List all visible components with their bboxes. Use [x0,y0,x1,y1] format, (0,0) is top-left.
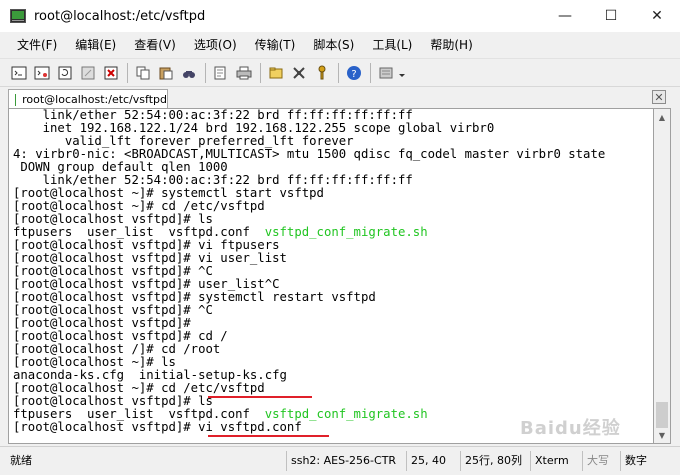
status-terminal-type: Xterm [530,451,580,471]
terminal-text: [root@localhost vsftpd]# vi user_list [13,251,287,265]
tab-close-icon: ✕ [654,90,664,104]
lock-icon[interactable] [375,62,397,84]
close-icon: ✕ [651,8,663,24]
terminal-text: link/ether 52:54:00:ac:3f:22 brd ff:ff:f… [13,173,413,187]
dropdown-arrow-icon[interactable] [398,62,406,84]
scroll-down-icon[interactable]: ▼ [654,427,670,443]
tab-bar: root@localhost:/etc/vsftpd [0,86,680,109]
terminal-view[interactable]: link/ether 52:54:00:ac:3f:22 brd ff:ff:f… [8,108,654,444]
securecrt-app-icon [10,8,26,24]
annotation-underline [208,435,329,437]
terminal-text: [root@localhost ~]# ls [13,355,176,369]
terminal-text: [root@localhost ~]# cd /etc/vsftpd [13,199,265,213]
terminal-text: [root@localhost vsftpd]# ls [13,394,213,408]
status-bar: 就绪 ssh2: AES-256-CTR 25, 40 25行, 80列 Xte… [0,446,680,475]
terminal-text: [root@localhost vsftpd]# systemctl resta… [13,290,376,304]
terminal-text: valid_lft forever preferred_lft forever [13,134,354,148]
scrollbar-thumb[interactable] [656,402,668,428]
status-caps-lock: 大写 [582,451,618,471]
terminal-text: [root@localhost vsftpd]# ls [13,212,213,226]
status-num-lock: 数字 [620,451,660,471]
terminal-text-executable: vsftpd_conf_migrate.sh [264,407,428,421]
menu-bar: 文件(F) 编辑(E) 查看(V) 选项(O) 传输(T) 脚本(S) 工具(L… [0,32,680,58]
menu-view[interactable]: 查看(V) [125,35,185,55]
terminal-text: [root@localhost /]# cd /root [13,342,221,356]
terminal-text: [root@localhost vsftpd]# [13,316,191,330]
tab-close-button[interactable]: ✕ [652,90,666,104]
terminal-text: DOWN group default qlen 1000 [13,160,228,174]
minimize-button[interactable]: — [542,0,588,32]
close-button[interactable]: ✕ [634,0,680,32]
terminal-text: 4: virbr0-nic: <BROADCAST,MULTICAST> mtu… [13,147,606,161]
terminal-text: [root@localhost ~]# cd /etc/vsftpd [13,381,265,395]
terminal-text: ftpusers user_list vsftpd.conf [13,225,265,239]
terminal-line: [root@localhost vsftpd]# vi vsftpd.conf [13,421,605,434]
status-size: 25行, 80列 [460,451,528,471]
toolbar-separator [260,62,261,83]
new-session-icon[interactable] [8,62,30,84]
terminal-text: [root@localhost vsftpd]# ^C [13,264,213,278]
print-icon[interactable] [233,62,255,84]
menu-edit[interactable]: 编辑(E) [66,35,125,55]
terminal-text: [root@localhost vsftpd]# vi vsftpd.conf [13,420,302,434]
menu-transfer[interactable]: 传输(T) [246,35,305,55]
terminal-text-executable: vsftpd_conf_migrate.sh [264,225,428,239]
tab-label: root@localhost:/etc/vsftpd [22,93,167,106]
terminal-text: inet 192.168.122.1/24 brd 192.168.122.25… [13,121,495,135]
status-cursor: 25, 40 [406,451,458,471]
terminal-output: link/ether 52:54:00:ac:3f:22 brd ff:ff:f… [13,109,605,434]
status-ready: 就绪 [10,454,32,467]
terminal-text: ftpusers user_list vsftpd.conf [13,407,265,421]
sftp-icon[interactable] [265,62,287,84]
terminal-text: anaconda-ks.cfg initial-setup-ks.cfg [13,368,287,382]
annotation-underline [208,396,312,398]
properties-icon[interactable] [288,62,310,84]
terminal-text: [root@localhost vsftpd]# cd / [13,329,228,343]
status-protocol: ssh2: AES-256-CTR [286,451,404,471]
print-setup-icon[interactable] [210,62,232,84]
help-icon[interactable]: ? [343,62,365,84]
minimize-icon: — [558,8,572,24]
toolbar-separator [127,62,128,83]
window-title: root@localhost:/etc/vsftpd [34,8,206,24]
reconnect-icon[interactable] [54,62,76,84]
paste-icon[interactable] [155,62,177,84]
tab-status-indicator [15,93,17,106]
menu-script[interactable]: 脚本(S) [304,35,363,55]
menu-file[interactable]: 文件(F) [8,35,66,55]
terminal-text: [root@localhost vsftpd]# vi ftpusers [13,238,280,252]
watermark: Baidu经验 [520,418,621,439]
maximize-button[interactable]: ☐ [588,0,634,32]
session-tab[interactable]: root@localhost:/etc/vsftpd [8,89,168,109]
scroll-up-icon[interactable]: ▲ [654,109,670,125]
toolbar-separator [338,62,339,83]
terminal-text: link/ether 52:54:00:ac:3f:22 brd ff:ff:f… [13,108,413,122]
key-agent-icon[interactable] [311,62,333,84]
terminal-text: [root@localhost ~]# systemctl start vsft… [13,186,324,200]
terminal-scrollbar[interactable]: ▲ ▼ [654,108,671,444]
menu-options[interactable]: 选项(O) [185,35,246,55]
disconnect-icon[interactable] [77,62,99,84]
terminal-text: [root@localhost vsftpd]# ^C [13,303,213,317]
open-session-icon[interactable] [31,62,53,84]
toolbar-separator [205,62,206,83]
title-bar: root@localhost:/etc/vsftpd — ☐ ✕ [0,0,680,32]
close-tab-icon[interactable] [100,62,122,84]
toolbar-separator [370,62,371,83]
find-icon[interactable] [178,62,200,84]
menu-tools[interactable]: 工具(L) [363,35,421,55]
terminal-text: [root@localhost vsftpd]# user_list^C [13,277,280,291]
toolbar: ? [0,58,680,86]
menu-help[interactable]: 帮助(H) [421,35,481,55]
svg-text:?: ? [351,69,356,80]
copy-icon[interactable] [132,62,154,84]
maximize-icon: ☐ [604,8,618,24]
